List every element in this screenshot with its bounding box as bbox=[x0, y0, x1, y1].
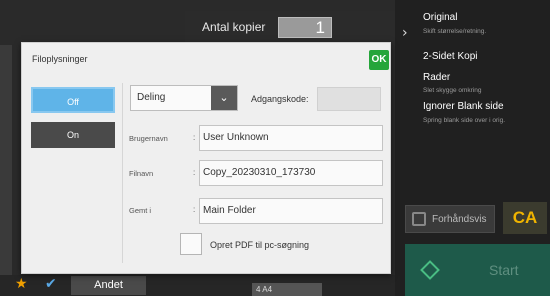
pdf-checkbox[interactable] bbox=[180, 233, 202, 255]
menu-item-original-desc: Skift størrelse/retning. bbox=[423, 28, 487, 35]
menu-item-ignore-blank[interactable]: Ignorer Blank side bbox=[423, 101, 504, 112]
preview-label: Forhåndsvis bbox=[432, 213, 487, 225]
copies-label: Antal kopier bbox=[202, 20, 266, 34]
clear-all-button[interactable]: CA bbox=[503, 202, 547, 234]
colon: : bbox=[193, 133, 196, 142]
menu-item-rader-desc: Slet skygge omkring bbox=[423, 87, 482, 94]
colon: : bbox=[193, 205, 196, 214]
ok-button[interactable]: OK bbox=[369, 50, 389, 70]
on-button[interactable]: On bbox=[31, 122, 115, 148]
file-info-dialog: Filoplysninger OK Off On Deling ⌄ Adgang… bbox=[21, 42, 391, 274]
star-icon[interactable]: ★ bbox=[15, 276, 28, 292]
chevron-down-icon[interactable]: ⌄ bbox=[211, 86, 237, 110]
pdf-label: Opret PDF til pc-søgning bbox=[210, 240, 310, 250]
menu-item-original[interactable]: Original bbox=[423, 12, 457, 23]
preview-icon bbox=[412, 212, 426, 226]
start-button[interactable]: Start bbox=[405, 244, 550, 296]
dialog-title: Filoplysninger bbox=[32, 54, 88, 64]
chevron-right-icon[interactable]: › bbox=[402, 25, 408, 41]
filename-input[interactable]: Copy_20230310_173730 bbox=[199, 160, 383, 186]
password-label: Adgangskode: bbox=[251, 94, 309, 104]
off-button[interactable]: Off bbox=[31, 87, 115, 113]
menu-item-rader[interactable]: Rader bbox=[423, 72, 450, 83]
left-strip bbox=[0, 45, 12, 275]
username-input[interactable]: User Unknown bbox=[199, 125, 383, 151]
copies-input[interactable]: 1 bbox=[278, 17, 332, 38]
divider bbox=[122, 83, 123, 263]
menu-item-ignore-blank-desc: Spring blank side over i orig. bbox=[423, 117, 506, 124]
preview-button[interactable]: Forhåndsvis bbox=[405, 205, 495, 233]
start-icon bbox=[420, 260, 440, 280]
bottom-bar bbox=[0, 275, 395, 296]
filename-label: Filnavn bbox=[129, 169, 154, 178]
status-info: 4 A4 bbox=[252, 283, 322, 296]
check-icon[interactable]: ✔ bbox=[45, 276, 57, 292]
menu-item-duplex[interactable]: 2-Sidet Kopi bbox=[423, 51, 477, 62]
password-input[interactable] bbox=[317, 87, 381, 111]
start-label: Start bbox=[489, 262, 519, 278]
saved-in-label: Gemt i bbox=[129, 206, 152, 215]
username-label: Brugernavn bbox=[129, 134, 168, 143]
colon: : bbox=[193, 168, 196, 177]
saved-in-input[interactable]: Main Folder bbox=[199, 198, 383, 224]
other-button[interactable]: Andet bbox=[71, 276, 146, 295]
